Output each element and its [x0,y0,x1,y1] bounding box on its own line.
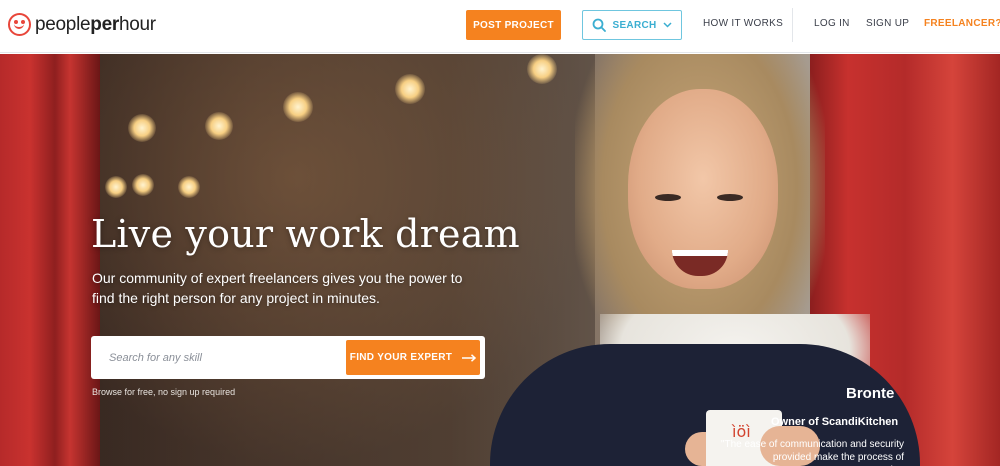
hero-section: ìöì Live your work dream Our community o… [0,54,1000,466]
top-navigation-bar: peopleperhour POST PROJECT SEARCH HOW IT… [0,0,1000,53]
hero-subtitle: Our community of expert freelancers give… [92,270,463,306]
search-label: SEARCH [612,19,657,31]
peopleperhour-logo[interactable]: peopleperhour [8,13,156,36]
smiley-logo-icon [8,13,31,36]
testimonial-role: Owner of ScandiKitchen [771,416,899,428]
nav-divider [792,8,793,42]
chevron-down-icon [662,22,672,28]
log-in-link[interactable]: LOG IN [814,18,850,29]
post-project-button[interactable]: POST PROJECT [466,10,561,40]
sign-up-link[interactable]: SIGN UP [866,18,909,29]
browse-free-note: Browse for free, no sign up required [92,387,236,397]
find-your-expert-label: FIND YOUR EXPERT [349,352,453,363]
testimonial-quote: "The ease of communication and security … [720,439,904,466]
hero-headline: Live your work dream [91,212,520,256]
find-your-expert-button[interactable]: FIND YOUR EXPERT [346,340,480,375]
post-project-label: POST PROJECT [473,19,554,31]
logo-wordmark: peopleperhour [35,13,156,35]
testimonial-name: Bronte [846,385,895,402]
skill-search-form: FIND YOUR EXPERT [91,336,485,379]
skill-search-input[interactable] [91,336,346,379]
search-dropdown-button[interactable]: SEARCH [582,10,682,40]
arrow-right-icon [462,353,477,362]
red-door-frame-left [0,54,100,466]
freelancer-link[interactable]: FREELANCER? [924,18,1000,29]
search-icon [593,18,607,32]
how-it-works-link[interactable]: HOW IT WORKS [703,18,783,29]
